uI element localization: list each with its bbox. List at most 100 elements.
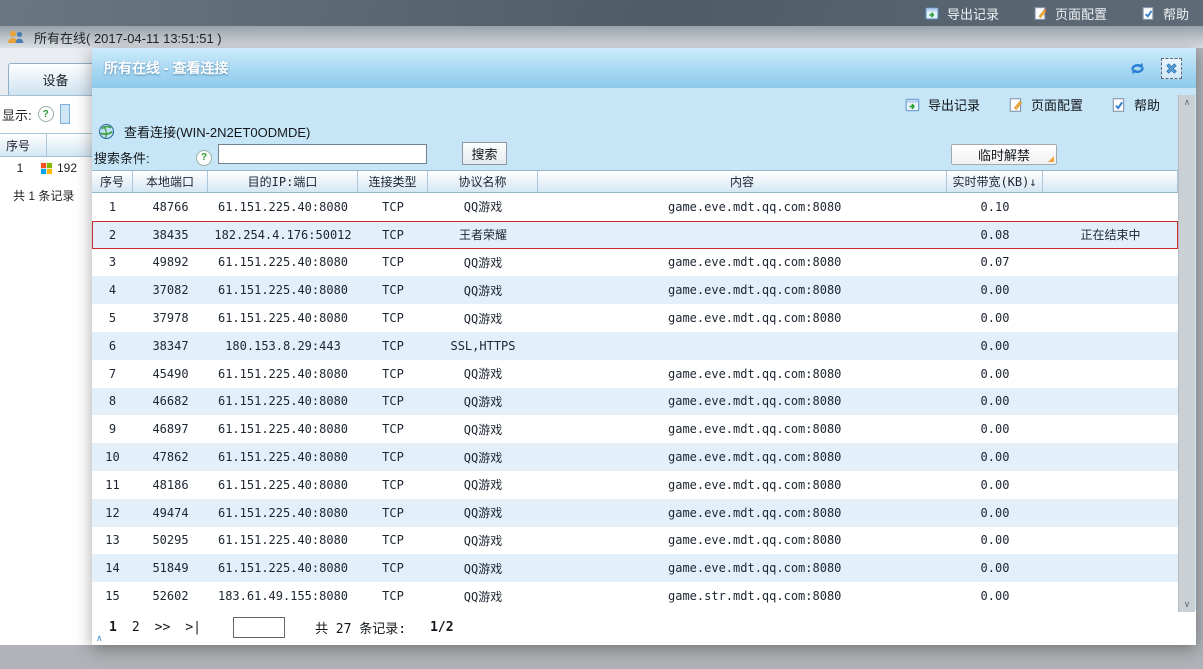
table-cell: QQ游戏 (463, 506, 503, 521)
table-cell: QQ游戏 (463, 478, 503, 493)
table-cell: game.eve.mdt.qq.com:8080 (668, 311, 842, 326)
table-row[interactable]: 13 50295 61.151.225.40:8080 TCP QQ游戏 game.eve… (92, 526, 1178, 555)
page-export-label: 导出记录 (946, 6, 999, 22)
table-cell: TCP (382, 311, 404, 326)
table-cell: 180.153.8.29:443 (225, 338, 341, 353)
page-config-button[interactable]: 页面配置 (1008, 95, 1083, 114)
header-protocol[interactable]: 协议名称 (428, 171, 538, 192)
header-content[interactable]: 内容 (538, 171, 947, 192)
page-number-input[interactable] (232, 617, 285, 638)
vertical-scrollbar[interactable]: ∧ ∨ (1178, 95, 1195, 612)
table-cell: game.eve.mdt.qq.com:8080 (668, 255, 842, 270)
help-button[interactable]: 帮助 (1111, 95, 1160, 114)
temporary-unblock-button[interactable]: 临时解禁 (951, 144, 1057, 165)
table-row[interactable]: 1 48766 61.151.225.40:8080 TCP QQ游戏 game.eve.… (92, 193, 1178, 221)
page-link-2[interactable]: 2 (132, 620, 140, 635)
tab-device[interactable]: 设备 (8, 63, 92, 95)
table-cell: 正在结束中 (1080, 228, 1141, 243)
table-cell: 183.61.49.155:8080 (217, 589, 349, 604)
page-export-button[interactable]: 导出记录 (925, 4, 999, 23)
page-config-icon (1008, 97, 1024, 113)
page-title: 所有在线( 2017-04-11 13:51:51 ) (34, 30, 222, 46)
header-index[interactable]: 序号 (92, 171, 133, 192)
table-cell: 37082 (152, 283, 189, 298)
table-cell: TCP (382, 227, 404, 242)
page-topbar: 导出记录 页面配置 帮助 (0, 0, 1203, 26)
table-cell: 0.00 (980, 477, 1010, 492)
table-cell: TCP (382, 366, 404, 381)
table-cell: 0.00 (980, 394, 1010, 409)
table-cell: 47862 (152, 450, 189, 465)
table-cell: 4 (108, 283, 117, 298)
table-row[interactable]: 10 47862 61.151.225.40:8080 TCP QQ游戏 game.eve… (92, 443, 1178, 471)
mini-table-row[interactable]: 1 192 (0, 156, 92, 180)
table-cell (1043, 388, 1178, 416)
mini-header-cell[interactable]: 序号 (0, 134, 47, 156)
mini-table-header: 序号 (0, 133, 92, 157)
table-row[interactable]: 14 51849 61.151.225.40:8080 TCP QQ游戏 game.eve… (92, 554, 1178, 583)
background-panel: 设备 显示: ? 序号 1 192 共 1 条记录 (0, 48, 92, 645)
table-cell: QQ游戏 (463, 450, 503, 465)
search-help-icon[interactable]: ? (196, 149, 212, 166)
table-row[interactable]: 4 37082 61.151.225.40:8080 TCP QQ游戏 game.eve.… (92, 276, 1178, 305)
header-conn-type[interactable]: 连接类型 (358, 171, 428, 192)
table-row[interactable]: 5 37978 61.151.225.40:8080 TCP QQ游戏 game.eve.… (92, 304, 1178, 332)
table-cell: 0.10 (980, 199, 1010, 214)
export-records-button[interactable]: 导出记录 (905, 95, 980, 114)
help-doc-icon (1111, 97, 1127, 113)
refresh-icon[interactable] (1128, 60, 1147, 77)
page-indicator: 1/2 (430, 620, 454, 635)
search-label: 搜索条件: (94, 151, 150, 166)
table-row[interactable]: 15 52602 183.61.49.155:8080 TCP QQ游戏 game.str… (92, 582, 1178, 610)
table-row[interactable]: 12 49474 61.151.225.40:8080 TCP QQ游戏 game.eve… (92, 498, 1178, 527)
table-cell: 7 (108, 366, 117, 381)
display-help-icon[interactable]: ? (37, 106, 54, 122)
page-config-button[interactable]: 页面配置 (1033, 4, 1107, 23)
table-cell (1043, 443, 1178, 471)
table-row[interactable]: 9 46897 61.151.225.40:8080 TCP QQ游戏 game.eve.… (92, 415, 1178, 444)
display-label: 显示: (2, 107, 32, 123)
table-cell: TCP (382, 283, 404, 298)
table-row[interactable]: 8 46682 61.151.225.40:8080 TCP QQ游戏 game.eve.… (92, 387, 1178, 416)
table-cell: 1 (108, 199, 117, 214)
table-row[interactable]: 11 48186 61.151.225.40:8080 TCP QQ游戏 game.eve… (92, 470, 1178, 499)
table-cell: TCP (382, 450, 404, 465)
connections-table-header: 序号 本地端口 目的IP:端口 连接类型 协议名称 内容 实时带宽(KB)↓ (92, 170, 1178, 193)
table-cell: 52602 (152, 589, 189, 604)
collapse-icon[interactable]: ∧ (96, 633, 103, 644)
table-row[interactable]: 6 38347 180.153.8.29:443 TCP SSL,HTTPS 0.00 (92, 331, 1178, 360)
table-cell: 14 (105, 561, 120, 576)
table-row[interactable]: 3 49892 61.151.225.40:8080 TCP QQ游戏 game.eve.… (92, 248, 1178, 277)
table-cell (1043, 193, 1178, 221)
header-local-port[interactable]: 本地端口 (133, 171, 208, 192)
table-row[interactable]: 2 38435 182.254.4.176:50012 TCP 王者荣耀 0.08 正在结束… (92, 220, 1178, 249)
help-label: 帮助 (1133, 98, 1160, 113)
table-cell: 12 (105, 505, 120, 520)
header-dest-ip[interactable]: 目的IP:端口 (208, 171, 358, 192)
header-bandwidth-sorted[interactable]: 实时带宽(KB)↓ (947, 171, 1043, 192)
display-filter-input[interactable] (59, 104, 70, 124)
table-cell (1043, 360, 1178, 388)
table-cell: QQ游戏 (463, 255, 503, 270)
last-page-button[interactable]: >| (185, 620, 201, 635)
scroll-up-icon[interactable]: ∧ (1179, 95, 1195, 110)
view-connections-dialog: 所有在线 - 查看连接 导出记录 页面配置 帮助 查看连接(WIN-2N2ET0… (92, 48, 1196, 645)
search-button[interactable]: 搜索 (462, 142, 507, 165)
page-link-1[interactable]: 1 (109, 620, 117, 635)
scroll-down-icon[interactable]: ∨ (1179, 597, 1195, 612)
header-status[interactable] (1043, 171, 1178, 192)
table-cell: 61.151.225.40:8080 (217, 255, 349, 270)
page-help-button[interactable]: 帮助 (1141, 4, 1189, 23)
next-page-button[interactable]: >> (155, 620, 171, 635)
table-cell: 0.00 (980, 505, 1010, 520)
table-cell: game.eve.mdt.qq.com:8080 (668, 450, 842, 465)
table-row[interactable]: 7 45490 61.151.225.40:8080 TCP QQ游戏 game.eve.… (92, 359, 1178, 388)
table-cell: QQ游戏 (463, 394, 503, 409)
table-cell: game.eve.mdt.qq.com:8080 (668, 477, 842, 492)
table-cell (538, 221, 947, 249)
table-cell: game.eve.mdt.qq.com:8080 (668, 366, 842, 381)
tab-device-label: 设备 (42, 73, 69, 88)
close-button[interactable] (1161, 57, 1182, 79)
table-cell: TCP (382, 561, 404, 576)
search-input[interactable] (218, 144, 427, 164)
